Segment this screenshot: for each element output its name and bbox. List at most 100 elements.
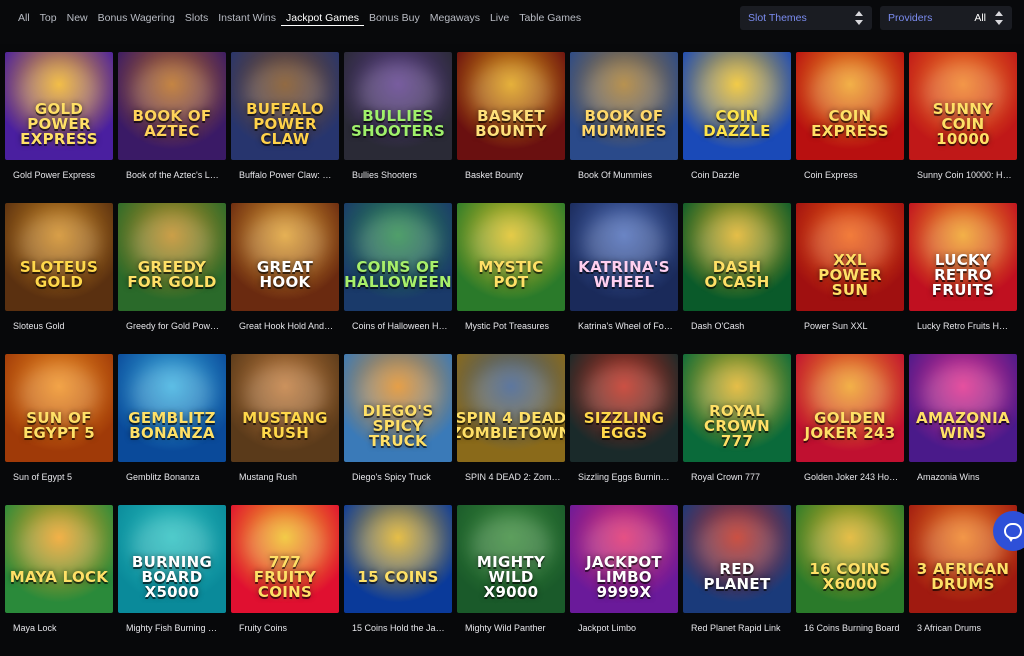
game-card[interactable]: Bullies Shooters Bullies Shooters	[344, 52, 452, 203]
tab-top[interactable]: Top	[35, 10, 62, 26]
game-title: Mighty Fish Burning Board	[126, 623, 222, 633]
game-thumbnail[interactable]: Greedy for Gold	[118, 203, 226, 311]
tab-bonus-wagering[interactable]: Bonus Wagering	[93, 10, 180, 26]
game-logo: Book of Aztec	[132, 107, 212, 140]
game-thumbnail[interactable]: Mystic Pot	[457, 203, 565, 311]
game-card[interactable]: Gemblitz Bonanza Gemblitz Bonanza	[118, 354, 226, 505]
game-thumbnail[interactable]: Katrina's Wheel	[570, 203, 678, 311]
game-thumbnail[interactable]: Mustang Rush	[231, 354, 339, 462]
providers-select[interactable]: Providers All	[880, 6, 1012, 30]
tab-table-games[interactable]: Table Games	[514, 10, 586, 26]
game-thumbnail[interactable]: Sloteus Gold	[5, 203, 113, 311]
game-thumbnail[interactable]: Sunny Coin 10000	[909, 52, 1017, 160]
slot-themes-label: Slot Themes	[748, 12, 807, 24]
game-thumbnail[interactable]: Bullies Shooters	[344, 52, 452, 160]
game-thumbnail[interactable]: 777 Fruity Coins	[231, 505, 339, 613]
slot-themes-select[interactable]: Slot Themes	[740, 6, 872, 30]
game-title: Gold Power Express	[13, 170, 96, 180]
game-thumbnail[interactable]: Great Hook	[231, 203, 339, 311]
game-title: Book of the Aztec's Legend	[126, 170, 222, 180]
game-logo: Jackpot Limbo 9999x	[586, 552, 662, 601]
game-thumbnail[interactable]: Buffalo Power Claw	[231, 52, 339, 160]
game-card[interactable]: Burning Board x5000 Mighty Fish Burning B…	[118, 505, 226, 656]
tab-instant-wins[interactable]: Instant Wins	[213, 10, 281, 26]
tab-slots[interactable]: Slots	[180, 10, 213, 26]
game-thumbnail[interactable]: Gold Power Express	[5, 52, 113, 160]
game-card[interactable]: Gold Power Express Gold Power Express	[5, 52, 113, 203]
game-thumbnail[interactable]: Coin Dazzle	[683, 52, 791, 160]
game-card[interactable]: Jackpot Limbo 9999x Jackpot Limbo	[570, 505, 678, 656]
game-thumbnail[interactable]: XXL Power Sun	[796, 203, 904, 311]
tab-all[interactable]: All	[18, 10, 35, 26]
game-thumbnail[interactable]: Coin Express	[796, 52, 904, 160]
game-thumbnail[interactable]: Book of Aztec	[118, 52, 226, 160]
game-thumbnail[interactable]: 15 Coins	[344, 505, 452, 613]
game-thumbnail[interactable]: Maya Lock	[5, 505, 113, 613]
game-card[interactable]: Katrina's Wheel Katrina's Wheel of Fortun…	[570, 203, 678, 354]
game-thumbnail[interactable]: Spin 4 Dead Zombietown	[457, 354, 565, 462]
game-thumbnail[interactable]: Golden Joker 243	[796, 354, 904, 462]
game-card[interactable]: Spin 4 Dead Zombietown SPIN 4 DEAD 2: Zom…	[457, 354, 565, 505]
game-logo: Katrina's Wheel	[578, 258, 670, 291]
game-card[interactable]: Maya Lock Maya Lock	[5, 505, 113, 656]
game-card[interactable]: Sun of Egypt 5 Sun of Egypt 5	[5, 354, 113, 505]
tab-megaways[interactable]: Megaways	[425, 10, 485, 26]
game-card[interactable]: Sizzling Eggs Sizzling Eggs Burning Board	[570, 354, 678, 505]
game-card[interactable]: Book of Aztec Book of the Aztec's Legend	[118, 52, 226, 203]
tab-bonus-buy[interactable]: Bonus Buy	[364, 10, 425, 26]
game-thumbnail[interactable]: Sun of Egypt 5	[5, 354, 113, 462]
game-logo: Sloteus Gold	[19, 258, 99, 291]
game-card[interactable]: Lucky Retro Fruits Lucky Retro Fruits Hol…	[909, 203, 1017, 354]
game-card[interactable]: Greedy for Gold Greedy for Gold Power Mix	[118, 203, 226, 354]
game-logo: Mystic Pot	[478, 258, 544, 291]
game-card[interactable]: Sunny Coin 10000 Sunny Coin 10000: Hold t…	[909, 52, 1017, 203]
game-card[interactable]: Mustang Rush Mustang Rush	[231, 354, 339, 505]
game-card[interactable]: Amazonia Wins Amazonia Wins	[909, 354, 1017, 505]
game-thumbnail[interactable]: Jackpot Limbo 9999x	[570, 505, 678, 613]
game-card[interactable]: Royal Crown 777 Royal Crown 777	[683, 354, 791, 505]
game-thumbnail[interactable]: Red Planet	[683, 505, 791, 613]
game-card[interactable]: Basket Bounty Basket Bounty	[457, 52, 565, 203]
game-title: Bullies Shooters	[352, 170, 418, 180]
game-card[interactable]: Buffalo Power Claw Buffalo Power Claw: Ho…	[231, 52, 339, 203]
game-card[interactable]: Golden Joker 243 Golden Joker 243 Hold an…	[796, 354, 904, 505]
game-thumbnail[interactable]: Basket Bounty	[457, 52, 565, 160]
game-card[interactable]: Mystic Pot Mystic Pot Treasures	[457, 203, 565, 354]
game-thumbnail[interactable]: Burning Board x5000	[118, 505, 226, 613]
game-thumbnail[interactable]: Book of Mummies	[570, 52, 678, 160]
tab-new[interactable]: New	[62, 10, 93, 26]
game-thumbnail[interactable]: Gemblitz Bonanza	[118, 354, 226, 462]
thumbnail-art	[19, 515, 99, 575]
game-logo: Sun of Egypt 5	[22, 409, 96, 442]
game-card[interactable]: XXL Power Sun Power Sun XXL	[796, 203, 904, 354]
game-thumbnail[interactable]: Diego's Spicy Truck	[344, 354, 452, 462]
game-title: 15 Coins Hold the Jackpot	[352, 623, 448, 633]
game-thumbnail[interactable]: 16 Coins x6000	[796, 505, 904, 613]
game-card[interactable]: Mighty Wild x9000 Mighty Wild Panther	[457, 505, 565, 656]
game-card[interactable]: Book of Mummies Book Of Mummies	[570, 52, 678, 203]
game-thumbnail[interactable]: Sizzling Eggs	[570, 354, 678, 462]
game-card[interactable]: Coin Express Coin Express	[796, 52, 904, 203]
game-thumbnail[interactable]: Dash O'Cash	[683, 203, 791, 311]
game-thumbnail[interactable]: Amazonia Wins	[909, 354, 1017, 462]
game-thumbnail[interactable]: Lucky Retro Fruits	[909, 203, 1017, 311]
game-card[interactable]: Coin Dazzle Coin Dazzle	[683, 52, 791, 203]
game-thumbnail[interactable]: Royal Crown 777	[683, 354, 791, 462]
game-card[interactable]: Diego's Spicy Truck Diego's Spicy Truck	[344, 354, 452, 505]
game-thumbnail[interactable]: Coins of Halloween	[344, 203, 452, 311]
game-title: Sunny Coin 10000: Hold the Spin	[917, 170, 1013, 180]
game-card[interactable]: Dash O'Cash Dash O'Cash	[683, 203, 791, 354]
chat-bubble-icon	[1004, 523, 1022, 542]
tab-live[interactable]: Live	[485, 10, 514, 26]
select-arrows-icon	[994, 10, 1004, 26]
game-card[interactable]: 15 Coins 15 Coins Hold the Jackpot	[344, 505, 452, 656]
game-card[interactable]: 777 Fruity Coins Fruity Coins	[231, 505, 339, 656]
game-card[interactable]: Great Hook Great Hook Hold And Win	[231, 203, 339, 354]
tab-jackpot-games[interactable]: Jackpot Games	[281, 10, 364, 26]
game-card[interactable]: 16 Coins x6000 16 Coins Burning Board	[796, 505, 904, 656]
game-card[interactable]: Sloteus Gold Sloteus Gold	[5, 203, 113, 354]
game-thumbnail[interactable]: Mighty Wild x9000	[457, 505, 565, 613]
game-logo: Dash O'Cash	[704, 258, 770, 291]
game-card[interactable]: Red Planet Red Planet Rapid Link	[683, 505, 791, 656]
game-card[interactable]: Coins of Halloween Coins of Halloween Hol…	[344, 203, 452, 354]
